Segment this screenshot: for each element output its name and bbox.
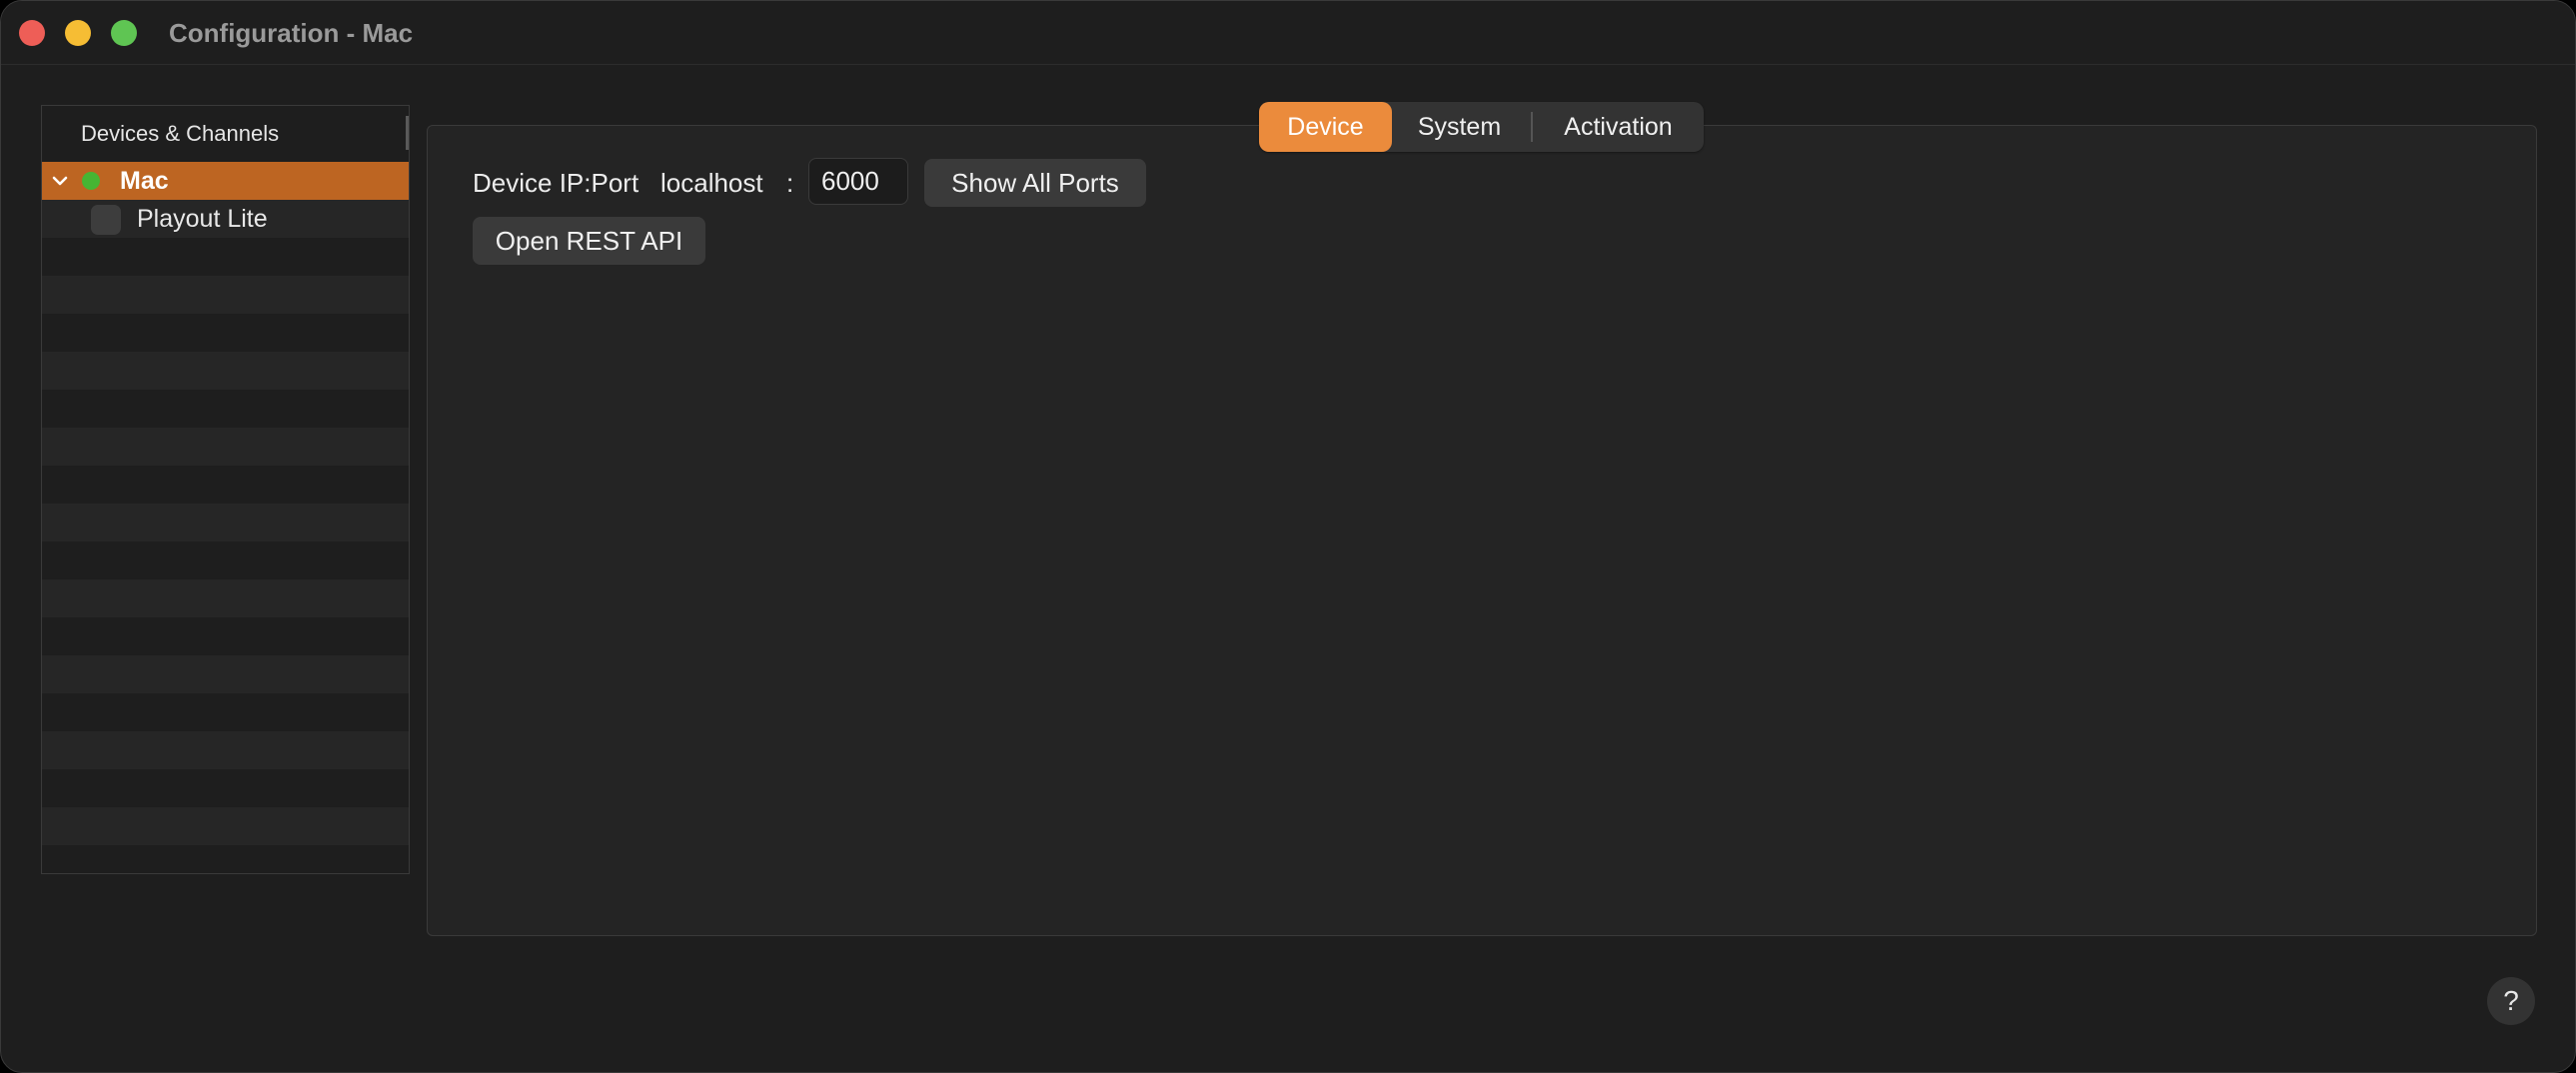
title-bar: Configuration - Mac xyxy=(1,1,2575,65)
open-rest-api-button[interactable]: Open REST API xyxy=(473,217,705,265)
column-resize-handle[interactable] xyxy=(406,116,409,150)
empty-row xyxy=(42,807,409,845)
tree-row-channel[interactable]: Playout Lite xyxy=(42,200,409,238)
empty-row xyxy=(42,541,409,579)
sidebar-header: Devices & Channels xyxy=(42,106,409,162)
segmented-tabs: Device System Activation xyxy=(1259,102,1704,152)
empty-row xyxy=(42,769,409,807)
zoom-window-button[interactable] xyxy=(111,20,137,46)
tab-activation[interactable]: Activation xyxy=(1533,102,1704,152)
device-ip-port-label: Device IP:Port xyxy=(473,168,640,198)
empty-row xyxy=(42,352,409,390)
channel-icon xyxy=(91,205,121,235)
minimize-window-button[interactable] xyxy=(65,20,91,46)
empty-row xyxy=(42,693,409,731)
empty-row xyxy=(42,617,409,655)
chevron-down-icon[interactable] xyxy=(48,169,72,193)
empty-row xyxy=(42,390,409,428)
port-input[interactable] xyxy=(808,158,908,205)
device-tree: Mac Playout Lite xyxy=(42,162,409,873)
window-title: Configuration - Mac xyxy=(169,18,414,48)
empty-row xyxy=(42,579,409,617)
empty-row xyxy=(42,314,409,352)
empty-row xyxy=(42,276,409,314)
settings-panel xyxy=(427,125,2537,936)
help-button[interactable]: ? xyxy=(2487,977,2535,1025)
empty-row xyxy=(42,238,409,276)
show-all-ports-button[interactable]: Show All Ports xyxy=(924,159,1146,207)
close-window-button[interactable] xyxy=(19,20,45,46)
tab-device[interactable]: Device xyxy=(1259,102,1392,152)
empty-row xyxy=(42,731,409,769)
empty-row xyxy=(42,466,409,504)
configuration-window: Configuration - Mac Devices & Channels M… xyxy=(0,0,2576,1073)
empty-row xyxy=(42,655,409,693)
tree-row-device-mac[interactable]: Mac xyxy=(42,162,409,200)
empty-row xyxy=(42,504,409,541)
sidebar-header-label: Devices & Channels xyxy=(81,121,280,146)
empty-row xyxy=(42,428,409,466)
host-port-separator: : xyxy=(786,168,794,198)
empty-row xyxy=(42,845,409,873)
online-status-icon xyxy=(82,172,100,190)
tab-system[interactable]: System xyxy=(1392,102,1527,152)
devices-sidebar: Devices & Channels Mac Playout Lite xyxy=(41,105,410,874)
channel-label: Playout Lite xyxy=(137,205,268,233)
device-label: Mac xyxy=(120,167,169,195)
host-value: localhost xyxy=(660,168,763,198)
